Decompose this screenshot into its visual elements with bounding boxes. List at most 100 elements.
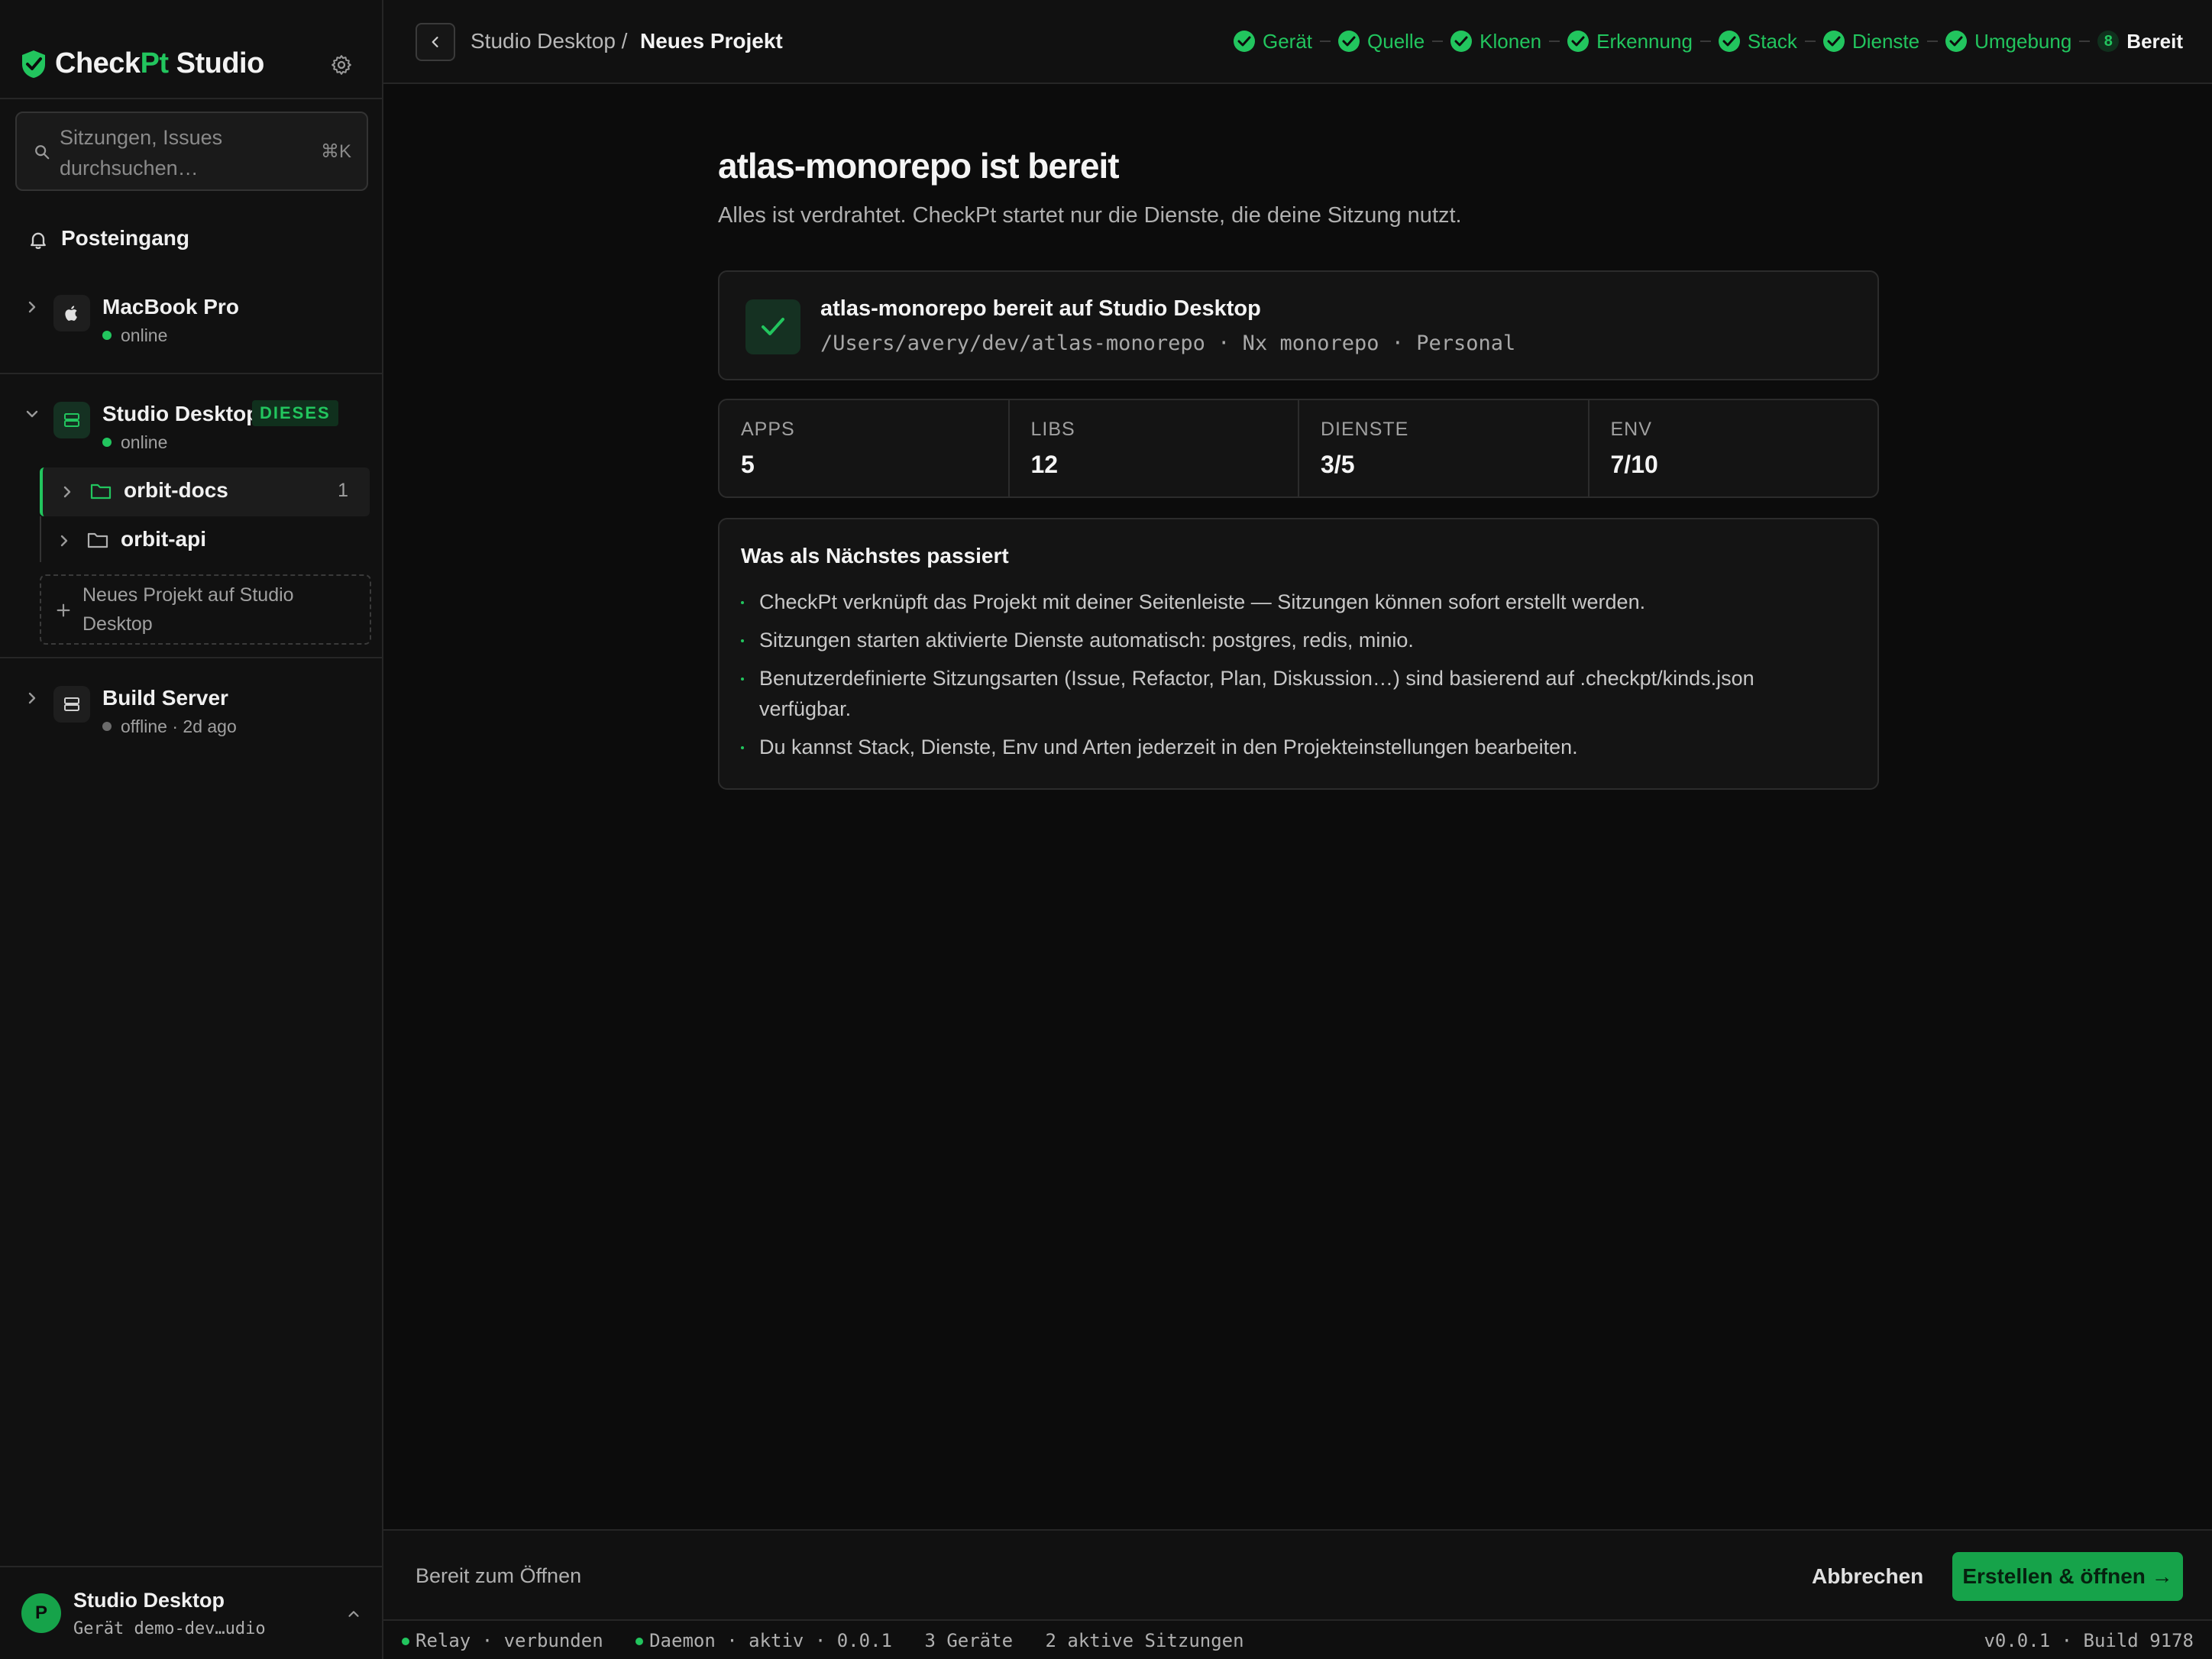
chevron-left-icon — [432, 37, 438, 47]
chevron-down-icon[interactable] — [23, 405, 41, 423]
search-shortcut: ⌘K — [320, 141, 351, 162]
stat-label: ENV — [1610, 419, 1652, 440]
server-icon — [53, 686, 90, 723]
wizard-stepper: Gerät Quelle Klonen Erkennung Stack Dien… — [1233, 27, 2183, 55]
new-project-button[interactable]: Neues Projekt auf Studio Desktop — [40, 574, 371, 645]
plus-icon — [57, 603, 70, 617]
step-dienste[interactable]: Dienste — [1822, 30, 1919, 53]
chevron-right-icon[interactable] — [23, 689, 41, 707]
check-icon — [1338, 31, 1360, 52]
sidebar: CheckPt Studio Sitzungen, Issues durchsu… — [0, 0, 383, 1659]
check-icon — [1567, 31, 1589, 52]
list-item: Sitzungen starten aktivierte Dienste aut… — [741, 625, 1841, 655]
step-separator — [2079, 40, 2091, 42]
footer-action-bar: Bereit zum Öffnen Abbrechen Erstellen & … — [383, 1529, 2212, 1619]
folder-icon — [87, 532, 108, 548]
search-input[interactable]: Sitzungen, Issues durchsuchen… ⌘K — [15, 112, 368, 191]
step-geraet[interactable]: Gerät — [1233, 30, 1312, 53]
device-build-server[interactable]: Build Server offline · 2d ago — [0, 674, 382, 758]
project-item-orbit-api[interactable]: orbit-api — [40, 516, 370, 565]
cancel-button[interactable]: Abbrechen — [1812, 1564, 1923, 1589]
step-separator — [1699, 40, 1711, 42]
inbox-label: Posteingang — [61, 226, 190, 250]
status-dot-online — [402, 1638, 409, 1645]
stat-label: APPS — [741, 419, 795, 440]
page-title: atlas-monorepo ist bereit — [718, 146, 1120, 186]
daemon-status: Daemon · aktiv · 0.0.1 — [635, 1630, 892, 1651]
project-name: orbit-docs — [124, 478, 228, 502]
app-window: CheckPt Studio Sitzungen, Issues durchsu… — [0, 0, 2212, 1659]
step-stack[interactable]: Stack — [1718, 30, 1797, 53]
page-subtitle: Alles ist verdrahtet. CheckPt startet nu… — [718, 203, 1462, 228]
footer-status: Bereit zum Öffnen — [416, 1564, 582, 1587]
stat-apps: APPS 5 — [720, 400, 1010, 496]
folder-icon — [90, 483, 112, 500]
project-path: /Users/avery/dev/atlas-monorepo · Nx mon… — [820, 331, 1516, 355]
step-quelle[interactable]: Quelle — [1338, 30, 1425, 53]
user-device-id: Gerät demo-dev…udio — [73, 1619, 266, 1638]
device-status: online — [102, 432, 167, 453]
stat-value: 12 — [1030, 451, 1059, 478]
device-status: offline · 2d ago — [102, 716, 237, 737]
device-count: 3 Geräte — [924, 1630, 1014, 1651]
chevron-right-icon[interactable] — [58, 483, 76, 501]
check-icon — [1450, 31, 1473, 52]
stat-label: LIBS — [1030, 419, 1075, 440]
status-dot-online — [102, 438, 112, 447]
topbar: Studio Desktop / Neues Projekt Gerät Que… — [383, 0, 2212, 84]
inbox-link[interactable]: Posteingang — [27, 225, 348, 255]
check-icon — [1945, 31, 1968, 52]
check-icon — [1718, 31, 1740, 52]
back-button[interactable] — [416, 23, 455, 61]
check-icon — [1233, 31, 1255, 52]
app-brand: CheckPt Studio — [55, 47, 264, 79]
stat-value: 3/5 — [1321, 451, 1355, 478]
search-icon — [35, 145, 50, 160]
step-separator — [1927, 40, 1939, 42]
next-steps-list: CheckPt verknüpft das Projekt mit deiner… — [741, 587, 1841, 770]
list-item: CheckPt verknüpft das Projekt mit deiner… — [741, 587, 1841, 617]
brand-row: CheckPt Studio — [0, 0, 382, 99]
user-menu[interactable]: P Studio Desktop Gerät demo-dev…udio — [0, 1566, 382, 1659]
step-klonen[interactable]: Klonen — [1450, 30, 1541, 53]
step-umgebung[interactable]: Umgebung — [1945, 30, 2071, 53]
step-number: 8 — [2097, 31, 2120, 52]
stat-value: 5 — [741, 451, 755, 478]
check-icon — [745, 299, 800, 354]
check-icon — [1822, 31, 1845, 52]
status-dot-offline — [102, 722, 112, 731]
session-count: 1 — [338, 480, 348, 501]
avatar: P — [21, 1593, 61, 1633]
list-item: Benutzerdefinierte Sitzungsarten (Issue,… — [741, 663, 1841, 724]
this-device-badge: DIESES — [252, 400, 338, 426]
project-stats: APPS 5 LIBS 12 DIENSTE 3/5 ENV 7/10 — [718, 399, 1879, 498]
breadcrumb-parent[interactable]: Studio Desktop / — [471, 29, 627, 53]
apple-icon — [53, 295, 90, 331]
device-name: Build Server — [102, 686, 228, 710]
next-steps-title: Was als Nächstes passiert — [741, 544, 1009, 568]
step-separator — [1804, 40, 1816, 42]
step-bereit: 8 Bereit — [2097, 30, 2183, 53]
active-sessions: 2 aktive Sitzungen — [1045, 1630, 1244, 1651]
ready-title: atlas-monorepo bereit auf Studio Desktop — [820, 296, 1261, 321]
chevron-right-icon[interactable] — [55, 532, 73, 550]
bell-icon — [31, 232, 46, 249]
create-and-open-button[interactable]: Erstellen & öffnen → — [1952, 1552, 2183, 1601]
user-name: Studio Desktop — [73, 1589, 225, 1612]
step-erkennung[interactable]: Erkennung — [1567, 30, 1693, 53]
divider — [0, 657, 382, 658]
device-name: MacBook Pro — [102, 295, 239, 319]
gear-icon[interactable] — [330, 53, 353, 76]
step-separator — [1320, 40, 1331, 42]
status-dot-online — [635, 1638, 644, 1645]
relay-status: Relay · verbunden — [402, 1630, 603, 1651]
checkpt-logo-icon — [22, 50, 45, 78]
chevron-right-icon[interactable] — [23, 298, 41, 316]
device-macbook-pro[interactable]: MacBook Pro online — [0, 283, 382, 367]
project-item-orbit-docs[interactable]: orbit-docs 1 — [40, 467, 370, 516]
status-dot-online — [102, 331, 112, 340]
list-item: Du kannst Stack, Dienste, Env und Arten … — [741, 732, 1841, 762]
step-separator — [1432, 40, 1444, 42]
new-project-label: Neues Projekt auf Studio Desktop — [82, 584, 294, 635]
chevron-up-icon[interactable] — [345, 1606, 362, 1622]
